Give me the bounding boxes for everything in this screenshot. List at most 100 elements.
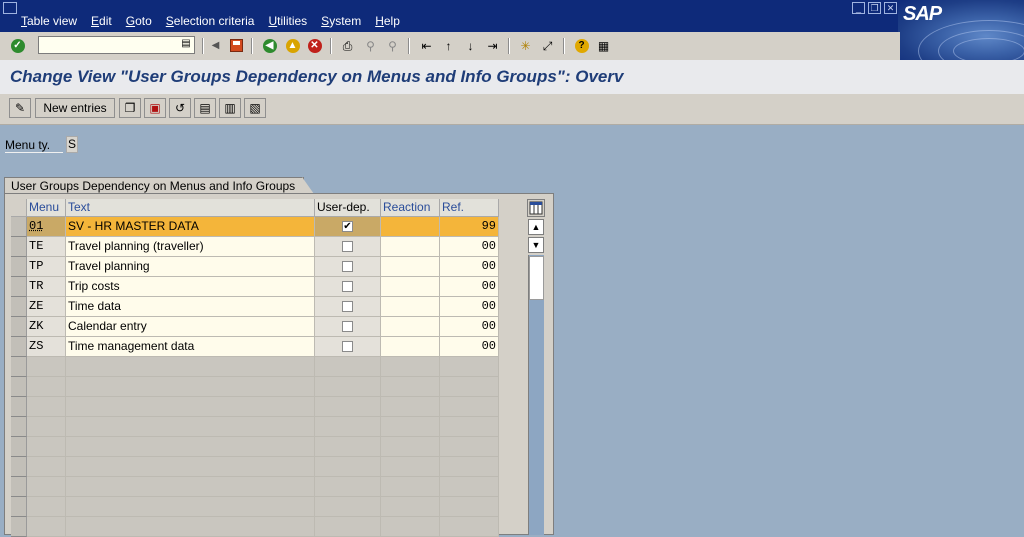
row-selector[interactable] xyxy=(11,497,27,517)
save-icon[interactable] xyxy=(228,37,245,54)
row-selector[interactable] xyxy=(11,397,27,417)
column-header-ref[interactable]: Ref. xyxy=(440,199,499,217)
find-icon[interactable]: ⚲ xyxy=(362,37,379,54)
cell-user-dep[interactable] xyxy=(315,297,381,317)
menu-selection-criteria[interactable]: Selection criteria xyxy=(166,14,255,28)
first-page-icon[interactable]: ⇤ xyxy=(418,37,435,54)
column-header-reaction[interactable]: Reaction xyxy=(381,199,440,217)
menu-goto[interactable]: Goto xyxy=(126,14,152,28)
menu-edit[interactable]: Edit xyxy=(91,14,112,28)
cell-text[interactable]: Trip costs xyxy=(66,277,315,297)
cell-reaction[interactable] xyxy=(381,297,440,317)
row-selector[interactable] xyxy=(11,377,27,397)
undo-change-icon[interactable]: ↺ xyxy=(169,98,191,118)
row-selector[interactable] xyxy=(11,417,27,437)
row-selector[interactable] xyxy=(11,477,27,497)
scroll-up-button[interactable]: ▲ xyxy=(528,219,544,235)
cell-text[interactable]: Calendar entry xyxy=(66,317,315,337)
user-dep-checkbox[interactable] xyxy=(342,261,353,272)
delete-icon[interactable]: ▣ xyxy=(144,98,166,118)
minimize-icon[interactable]: _ xyxy=(852,2,865,14)
row-selector[interactable] xyxy=(11,217,27,237)
deselect-all-icon[interactable]: ▧ xyxy=(244,98,266,118)
cell-user-dep[interactable] xyxy=(315,317,381,337)
cell-user-dep[interactable] xyxy=(315,337,381,357)
new-entries-button[interactable]: New entries xyxy=(35,98,115,118)
cell-reaction[interactable] xyxy=(381,237,440,257)
cell-reaction[interactable] xyxy=(381,337,440,357)
cell-ref[interactable]: 00 xyxy=(440,297,499,317)
find-next-icon[interactable]: ⚲ xyxy=(384,37,401,54)
column-header-text[interactable]: Text xyxy=(66,199,315,217)
cell-ref[interactable]: 00 xyxy=(440,317,499,337)
table-settings-icon[interactable] xyxy=(527,199,545,217)
copy-icon[interactable]: ❐ xyxy=(119,98,141,118)
cancel-icon[interactable]: ✕ xyxy=(306,37,323,54)
last-page-icon[interactable]: ⇥ xyxy=(484,37,501,54)
back-arrow-icon[interactable]: ◀ xyxy=(261,37,278,54)
cell-reaction[interactable] xyxy=(381,317,440,337)
create-session-icon[interactable]: ✳ xyxy=(517,37,534,54)
cell-user-dep[interactable]: ✔ xyxy=(315,217,381,237)
user-dep-checkbox[interactable] xyxy=(342,301,353,312)
cell-ref[interactable]: 00 xyxy=(440,277,499,297)
shortcut-icon[interactable]: ⤢ xyxy=(539,37,556,54)
user-dep-checkbox[interactable]: ✔ xyxy=(342,221,353,232)
cell-reaction[interactable] xyxy=(381,277,440,297)
user-dep-checkbox[interactable] xyxy=(342,341,353,352)
user-dep-checkbox[interactable] xyxy=(342,281,353,292)
row-selector[interactable] xyxy=(11,457,27,477)
menu-help[interactable]: Help xyxy=(375,14,400,28)
system-menu-icon[interactable] xyxy=(3,2,17,14)
print-icon[interactable]: ⎙ xyxy=(339,37,356,54)
back-icon[interactable]: ◀ xyxy=(207,37,224,54)
cell-text[interactable]: Travel planning xyxy=(66,257,315,277)
column-header-user-dep[interactable]: User-dep. xyxy=(315,199,381,217)
menu-table-view[interactable]: Table view xyxy=(21,14,77,28)
exit-icon[interactable]: ▲ xyxy=(284,37,301,54)
restore-icon[interactable]: ❐ xyxy=(868,2,881,14)
next-page-icon[interactable]: ↓ xyxy=(462,37,479,54)
close-icon[interactable]: ✕ xyxy=(884,2,897,14)
layout-icon[interactable]: ▦ xyxy=(595,37,612,54)
command-history-icon[interactable]: ▤ xyxy=(180,38,192,50)
user-dep-checkbox[interactable] xyxy=(342,321,353,332)
column-header-menu[interactable]: Menu xyxy=(27,199,66,217)
row-selector[interactable] xyxy=(11,317,27,337)
cell-text[interactable]: SV - HR MASTER DATA xyxy=(66,217,315,237)
row-selector[interactable] xyxy=(11,277,27,297)
row-selector[interactable] xyxy=(11,337,27,357)
cell-reaction[interactable] xyxy=(381,257,440,277)
row-selector[interactable] xyxy=(11,297,27,317)
cell-text[interactable]: Time management data xyxy=(66,337,315,357)
cell-user-dep[interactable] xyxy=(315,237,381,257)
scroll-down-button[interactable]: ▼ xyxy=(528,237,544,253)
select-block-icon[interactable]: ▥ xyxy=(219,98,241,118)
row-selector[interactable] xyxy=(11,357,27,377)
enter-icon[interactable]: ✓ xyxy=(9,37,26,54)
row-selector[interactable] xyxy=(11,517,27,537)
cell-ref[interactable]: 00 xyxy=(440,337,499,357)
cell-user-dep[interactable] xyxy=(315,257,381,277)
row-selector[interactable] xyxy=(11,437,27,457)
menu-utilities[interactable]: Utilities xyxy=(268,14,307,28)
cell-menu xyxy=(27,357,66,377)
row-selector[interactable] xyxy=(11,237,27,257)
menu-system[interactable]: System xyxy=(321,14,361,28)
cell-text[interactable]: Travel planning (traveller) xyxy=(66,237,315,257)
user-dep-checkbox[interactable] xyxy=(342,241,353,252)
previous-page-icon[interactable]: ↑ xyxy=(440,37,457,54)
select-all-icon[interactable]: ▤ xyxy=(194,98,216,118)
row-selector[interactable] xyxy=(11,257,27,277)
cell-ref[interactable]: 00 xyxy=(440,257,499,277)
cell-ref[interactable]: 99 xyxy=(440,217,499,237)
help-icon[interactable]: ? xyxy=(573,37,590,54)
select-all-column-header[interactable] xyxy=(11,199,27,217)
cell-ref[interactable]: 00 xyxy=(440,237,499,257)
cell-text[interactable]: Time data xyxy=(66,297,315,317)
command-field[interactable] xyxy=(38,36,195,54)
scrollbar-thumb[interactable] xyxy=(529,256,544,300)
change-display-icon[interactable]: ✎ xyxy=(9,98,31,118)
cell-user-dep[interactable] xyxy=(315,277,381,297)
cell-reaction[interactable] xyxy=(381,217,440,237)
